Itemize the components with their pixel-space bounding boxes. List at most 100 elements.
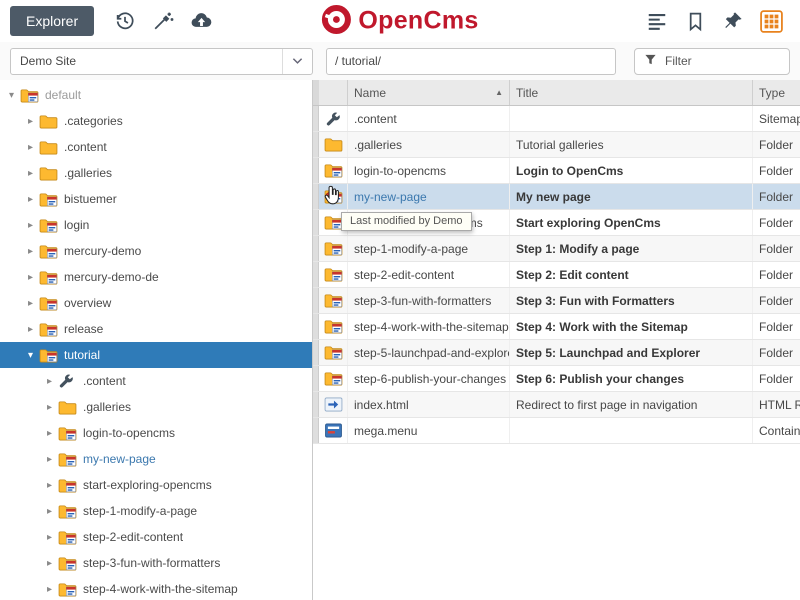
expand-arrow-icon[interactable]: ▸: [42, 376, 57, 387]
content-folder-icon: [319, 340, 347, 365]
chevron-down-icon[interactable]: [282, 49, 312, 74]
column-header-title[interactable]: Title: [509, 80, 752, 105]
table-row-.galleries[interactable]: .galleriesTutorial galleriesFolder: [313, 132, 800, 158]
table-row-step-2-edit-content[interactable]: step-2-edit-contentStep 2: Edit contentF…: [313, 262, 800, 288]
collapse-arrow-icon[interactable]: ▾: [23, 350, 38, 361]
table-row-my-new-page[interactable]: my-new-pageMy new pageFolder: [313, 184, 800, 210]
tree-item-mercury-demo-de[interactable]: ▸mercury-demo-de: [0, 264, 312, 290]
expand-arrow-icon[interactable]: ▸: [23, 324, 38, 335]
site-selector[interactable]: Demo Site: [10, 48, 313, 75]
collapse-arrow-icon[interactable]: ▾: [4, 90, 19, 101]
resource-name[interactable]: index.html: [347, 392, 509, 417]
expand-arrow-icon[interactable]: ▸: [42, 428, 57, 439]
menu-lines-icon[interactable]: [641, 5, 673, 37]
tree-item-overview[interactable]: ▸ overview: [0, 290, 312, 316]
explorer-button[interactable]: Explorer: [10, 6, 94, 36]
column-header-type[interactable]: Type: [752, 80, 800, 105]
resource-type: Sitemap: [752, 106, 800, 131]
expand-arrow-icon[interactable]: ▸: [23, 298, 38, 309]
content-folder-icon: [319, 314, 347, 339]
resource-type: Folder: [752, 236, 800, 261]
content-folder-icon: [58, 452, 78, 467]
table-rows: .content Sitemap.galleriesTutorial galler…: [313, 106, 800, 444]
tree-item-my-new-page[interactable]: ▸my-new-page: [0, 446, 312, 472]
resource-name[interactable]: .content: [347, 106, 509, 131]
expand-arrow-icon[interactable]: ▸: [23, 194, 38, 205]
folder-icon: [58, 400, 78, 415]
table-row-step-5-launchpad-and-explorer[interactable]: step-5-launchpad-and-explorerStep 5: Lau…: [313, 340, 800, 366]
tree-item-.content[interactable]: ▸.content: [0, 368, 312, 394]
table-row-.content[interactable]: .content Sitemap: [313, 106, 800, 132]
tree-item-default[interactable]: ▾default: [0, 82, 312, 108]
expand-arrow-icon[interactable]: ▸: [42, 532, 57, 543]
resource-name[interactable]: step-4-work-with-the-sitemap: [347, 314, 509, 339]
tree-item-login[interactable]: ▸login: [0, 212, 312, 238]
column-label-title: Title: [516, 86, 538, 100]
tree-item-start-exploring-opencms[interactable]: ▸start-exploring-opencms: [0, 472, 312, 498]
resource-name[interactable]: my-new-page: [347, 184, 509, 209]
expand-arrow-icon[interactable]: ▸: [42, 402, 57, 413]
tree-item-step-3-fun-with-formatters[interactable]: ▸step-3-fun-with-formatters: [0, 550, 312, 576]
resource-name[interactable]: step-1-modify-a-page: [347, 236, 509, 261]
tree-item-step-4-work-with-the-sitemap[interactable]: ▸step-4-work-with-the-sitemap: [0, 576, 312, 600]
content-folder-icon: [39, 348, 59, 363]
expand-arrow-icon[interactable]: ▸: [23, 116, 38, 127]
tree-item-label: overview: [64, 296, 111, 310]
tree-item-step-1-modify-a-page[interactable]: ▸step-1-modify-a-page: [0, 498, 312, 524]
tree-item-.content[interactable]: ▸.content: [0, 134, 312, 160]
table-row-step-3-fun-with-formatters[interactable]: step-3-fun-with-formattersStep 3: Fun wi…: [313, 288, 800, 314]
expand-arrow-icon[interactable]: ▸: [42, 584, 57, 595]
resource-type: Folder: [752, 340, 800, 365]
sort-asc-icon: ▲: [495, 88, 503, 97]
table-row-step-6-publish-your-changes[interactable]: step-6-publish-your-changesStep 6: Publi…: [313, 366, 800, 392]
tree-item-.categories[interactable]: ▸.categories: [0, 108, 312, 134]
table-row-mega.menu[interactable]: mega.menuContainer: [313, 418, 800, 444]
table-row-step-4-work-with-the-sitemap[interactable]: step-4-work-with-the-sitemapStep 4: Work…: [313, 314, 800, 340]
upload-cloud-icon[interactable]: [185, 5, 217, 37]
expand-arrow-icon[interactable]: ▸: [23, 246, 38, 257]
bookmark-icon[interactable]: [679, 5, 711, 37]
tree-item-release[interactable]: ▸release: [0, 316, 312, 342]
header-left-icons: [106, 5, 220, 38]
resource-name[interactable]: step-6-publish-your-changes: [347, 366, 509, 391]
tree-item-step-2-edit-content[interactable]: ▸ step-2-edit-content: [0, 524, 312, 550]
app-launcher-grid-icon[interactable]: [755, 5, 787, 37]
table-row-step-1-modify-a-page[interactable]: step-1-modify-a-pageStep 1: Modify a pag…: [313, 236, 800, 262]
expand-arrow-icon[interactable]: ▸: [23, 272, 38, 283]
tree-item-tutorial[interactable]: ▾tutorial: [0, 342, 312, 368]
resource-name[interactable]: step-3-fun-with-formatters: [347, 288, 509, 313]
wrench-icon: [319, 106, 347, 131]
expand-arrow-icon[interactable]: ▸: [23, 142, 38, 153]
resource-name[interactable]: mega.menu: [347, 418, 509, 443]
tree-item-label: step-2-edit-content: [83, 530, 183, 544]
tree-item-mercury-demo[interactable]: ▸mercury-demo: [0, 238, 312, 264]
path-input[interactable]: [326, 48, 616, 75]
resource-name[interactable]: .galleries: [347, 132, 509, 157]
column-header-name[interactable]: Name ▲: [347, 80, 509, 105]
tree-item-label: .galleries: [83, 400, 131, 414]
wand-icon[interactable]: [147, 5, 179, 37]
resource-name[interactable]: step-5-launchpad-and-explorer: [347, 340, 509, 365]
table-row-login-to-opencms[interactable]: login-to-opencmsLogin to OpenCmsFolder: [313, 158, 800, 184]
filter-box[interactable]: [634, 48, 790, 75]
tree-item-login-to-opencms[interactable]: ▸ login-to-opencms: [0, 420, 312, 446]
resource-name[interactable]: login-to-opencms: [347, 158, 509, 183]
main-area: ▾default▸.categories▸.content▸.galleries…: [0, 80, 800, 600]
history-icon[interactable]: [109, 5, 141, 37]
tree-item-label: login-to-opencms: [83, 426, 175, 440]
pin-icon[interactable]: [717, 5, 749, 37]
expand-arrow-icon[interactable]: ▸: [42, 480, 57, 491]
modified-folder-icon: [319, 184, 347, 209]
tree-item-.galleries[interactable]: ▸ .galleries: [0, 394, 312, 420]
tree-item-bistuemer[interactable]: ▸bistuemer: [0, 186, 312, 212]
expand-arrow-icon[interactable]: ▸: [42, 506, 57, 517]
table-row-index.html[interactable]: index.htmlRedirect to first page in navi…: [313, 392, 800, 418]
expand-arrow-icon[interactable]: ▸: [42, 558, 57, 569]
expand-arrow-icon[interactable]: ▸: [23, 168, 38, 179]
tree-item-.galleries[interactable]: ▸.galleries: [0, 160, 312, 186]
content-folder-icon: [20, 88, 40, 103]
expand-arrow-icon[interactable]: ▸: [23, 220, 38, 231]
filter-input[interactable]: [663, 53, 789, 69]
resource-name[interactable]: step-2-edit-content: [347, 262, 509, 287]
expand-arrow-icon[interactable]: ▸: [42, 454, 57, 465]
